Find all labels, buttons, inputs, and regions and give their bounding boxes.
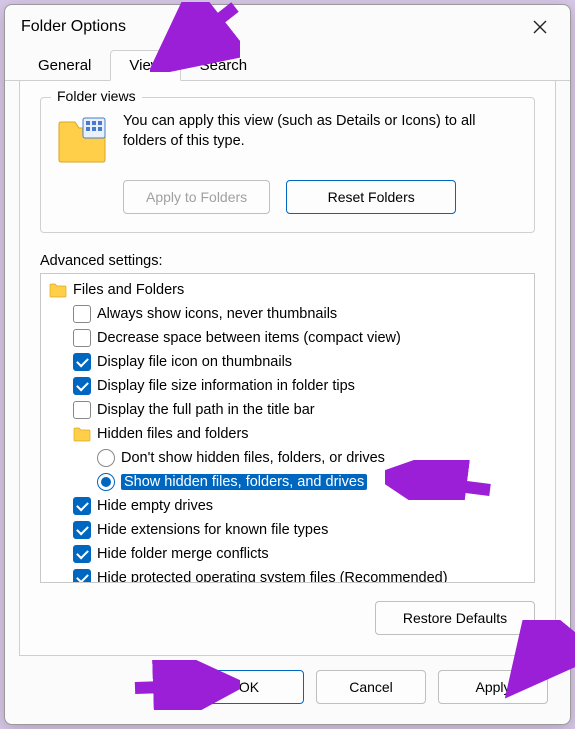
cancel-button[interactable]: Cancel: [316, 670, 426, 704]
opt-label: Don't show hidden files, folders, or dri…: [121, 450, 385, 466]
radio-icon: [97, 449, 115, 467]
checkbox-icon: [73, 401, 91, 419]
opt-label: Display the full path in the title bar: [97, 402, 315, 418]
opt-label: Hide extensions for known file types: [97, 522, 328, 538]
folder-icon: [49, 282, 67, 298]
opt-file-icon-thumb[interactable]: Display file icon on thumbnails: [43, 350, 532, 374]
tree-group-label: Files and Folders: [73, 282, 184, 298]
opt-label: Decrease space between items (compact vi…: [97, 330, 401, 346]
opt-label: Show hidden files, folders, and drives: [121, 474, 367, 490]
close-button[interactable]: [520, 12, 560, 42]
checkbox-icon: [73, 353, 91, 371]
radio-icon: [97, 473, 115, 491]
advanced-settings-tree[interactable]: Files and Folders Always show icons, nev…: [40, 273, 535, 583]
folder-views-legend: Folder views: [51, 88, 142, 104]
tab-general[interactable]: General: [19, 50, 110, 81]
checkbox-icon: [73, 521, 91, 539]
folder-views-text: You can apply this view (such as Details…: [123, 112, 520, 166]
apply-to-folders-button[interactable]: Apply to Folders: [123, 180, 270, 214]
opt-label: Display file icon on thumbnails: [97, 354, 292, 370]
opt-label: Hide empty drives: [97, 498, 213, 514]
opt-label: Hide protected operating system files (R…: [97, 570, 448, 583]
tab-view[interactable]: View: [110, 50, 180, 81]
tab-bar: General View Search: [5, 49, 570, 81]
restore-defaults-button[interactable]: Restore Defaults: [375, 601, 535, 635]
folder-options-dialog: Folder Options General View Search Folde…: [4, 4, 571, 725]
dialog-button-row: OK Cancel Apply: [5, 670, 570, 724]
opt-file-size-tips[interactable]: Display file size information in folder …: [43, 374, 532, 398]
window-title: Folder Options: [21, 18, 126, 36]
tab-content-view: Folder views You can apply this view (su…: [19, 81, 556, 656]
opt-full-path-title[interactable]: Display the full path in the title bar: [43, 398, 532, 422]
titlebar: Folder Options: [5, 5, 570, 49]
opt-label: Always show icons, never thumbnails: [97, 306, 337, 322]
opt-always-icons[interactable]: Always show icons, never thumbnails: [43, 302, 532, 326]
opt-hide-extensions[interactable]: Hide extensions for known file types: [43, 518, 532, 542]
opt-hide-protected-os[interactable]: Hide protected operating system files (R…: [43, 566, 532, 583]
tree-group-label: Hidden files and folders: [97, 426, 249, 442]
ok-button[interactable]: OK: [194, 670, 304, 704]
opt-hide-merge-conflicts[interactable]: Hide folder merge conflicts: [43, 542, 532, 566]
close-icon: [533, 20, 547, 34]
checkbox-icon: [73, 569, 91, 583]
opt-hide-empty-drives[interactable]: Hide empty drives: [43, 494, 532, 518]
checkbox-icon: [73, 497, 91, 515]
checkbox-icon: [73, 377, 91, 395]
apply-button[interactable]: Apply: [438, 670, 548, 704]
opt-show-hidden[interactable]: Show hidden files, folders, and drives: [43, 470, 532, 494]
advanced-settings-label: Advanced settings:: [40, 253, 535, 269]
opt-label: Display file size information in folder …: [97, 378, 355, 394]
folder-icon: [73, 426, 91, 442]
tab-general-label: General: [38, 57, 91, 74]
checkbox-icon: [73, 329, 91, 347]
tree-group-files-folders: Files and Folders: [43, 278, 532, 302]
tab-view-label: View: [129, 57, 161, 74]
folder-views-group: Folder views You can apply this view (su…: [40, 97, 535, 233]
opt-dont-show-hidden[interactable]: Don't show hidden files, folders, or dri…: [43, 446, 532, 470]
checkbox-icon: [73, 545, 91, 563]
opt-label: Hide folder merge conflicts: [97, 546, 269, 562]
reset-folders-button[interactable]: Reset Folders: [286, 180, 456, 214]
checkbox-icon: [73, 305, 91, 323]
tab-search[interactable]: Search: [181, 50, 267, 81]
tree-group-hidden: Hidden files and folders: [43, 422, 532, 446]
folder-grid-icon: [55, 112, 109, 166]
tab-search-label: Search: [200, 57, 248, 74]
opt-compact-view[interactable]: Decrease space between items (compact vi…: [43, 326, 532, 350]
